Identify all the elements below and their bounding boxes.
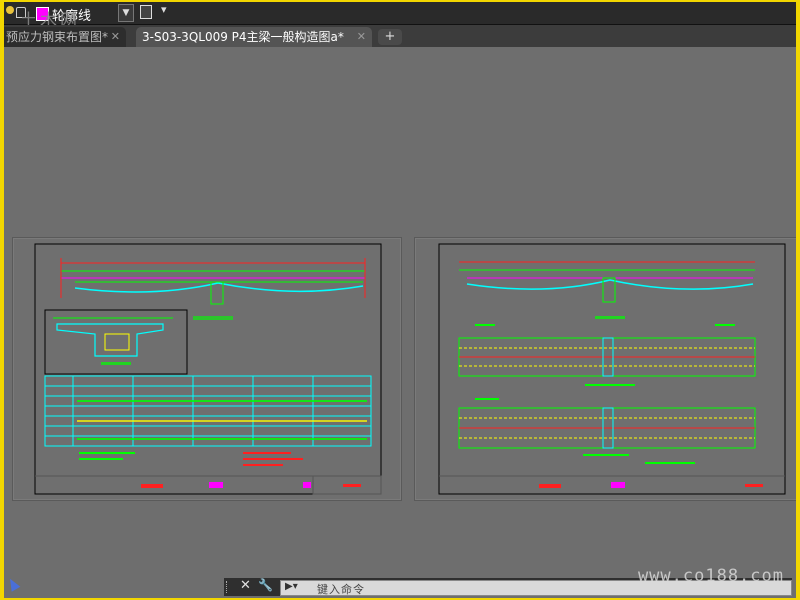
layer-toolbar: 轮廓线 ▼ ▾ 土木网 [4,2,796,31]
new-tab-button[interactable]: + [378,29,402,45]
tab-label: 3-S03-3QL009 P4主梁一般构造图a* [142,30,344,44]
wrench-icon[interactable]: 🔧 [258,578,273,592]
watermark-url: www.co188.com [637,566,784,586]
command-placeholder: 键入命令 [317,583,365,596]
drawing-sheet-right[interactable] [414,237,796,501]
drag-handle[interactable] [226,581,231,593]
close-icon[interactable]: ✕ [357,27,366,47]
close-icon[interactable]: ✕ [240,578,251,593]
drawing-canvas[interactable] [4,47,796,579]
drawing-sheet-left[interactable] [12,237,402,501]
tab-label: 预应力钢束布置图* [6,30,109,44]
command-prompt-icon[interactable]: ▶▾ [285,581,298,592]
chevron-down-icon[interactable]: ▼ [118,4,134,22]
file-tab-bar: 预应力钢束布置图* ✕ 3-S03-3QL009 P4主梁一般构造图a* ✕ + [4,25,796,47]
app-window: 轮廓线 ▼ ▾ 土木网 预应力钢束布置图* ✕ 3-S03-3QL009 P4主… [4,2,796,598]
drawing-right-graphics [438,243,786,495]
drawing-left-graphics [34,243,382,495]
save-icon[interactable] [140,5,152,19]
tab-main-girder-drawing[interactable]: 3-S03-3QL009 P4主梁一般构造图a* ✕ [136,27,372,47]
more-icon[interactable]: ▾ [161,3,167,16]
close-icon[interactable]: ✕ [111,27,120,47]
tab-prestress-layout[interactable]: 预应力钢束布置图* ✕ [4,27,126,47]
lightbulb-icon[interactable] [6,6,14,14]
